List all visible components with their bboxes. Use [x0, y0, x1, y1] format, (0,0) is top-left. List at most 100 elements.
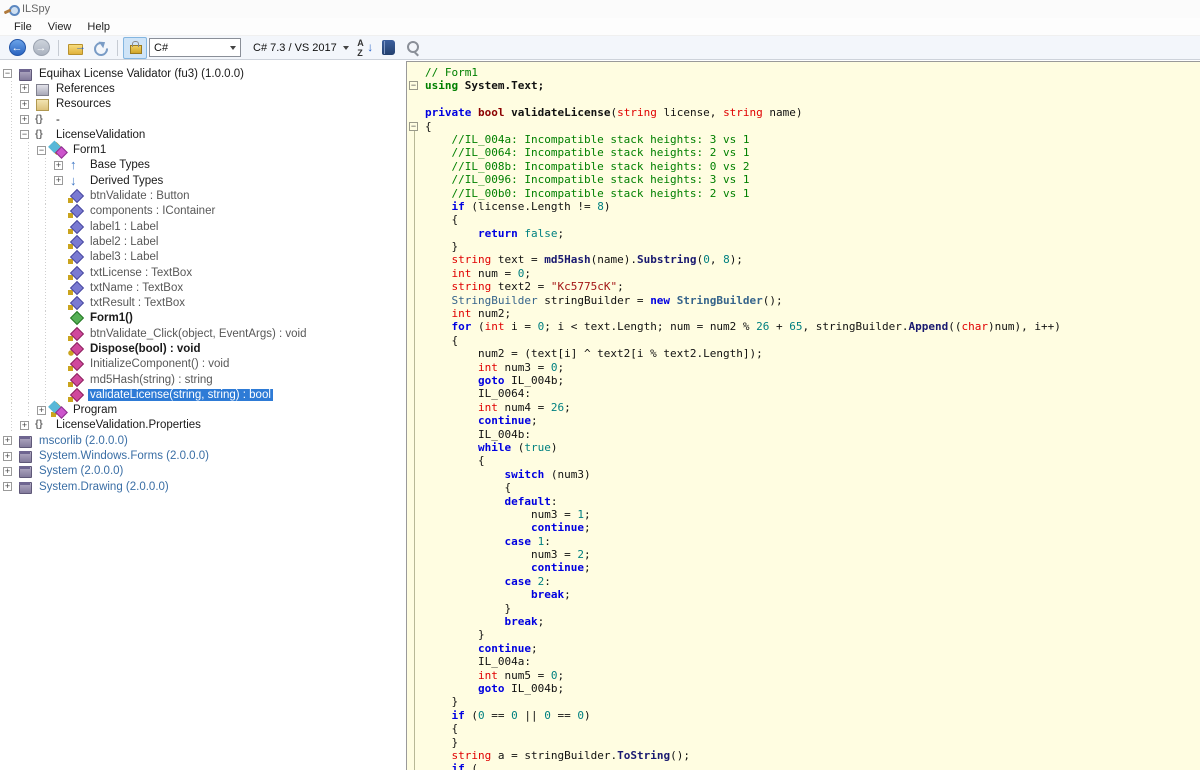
tree-item[interactable]: +- [0, 112, 402, 127]
tree-item[interactable]: +LicenseValidation.Properties [0, 418, 402, 433]
tree-item[interactable]: +System.Drawing (2.0.0.0) [0, 479, 402, 494]
decompiled-code-pane[interactable]: −− // Form1using System.Text;private boo… [406, 61, 1200, 770]
code-line: private bool validateLicense(string lice… [425, 106, 1200, 119]
tree-item[interactable]: txtResult : TextBox [0, 295, 402, 310]
tree-indent-guide [37, 280, 54, 295]
code-line: } [425, 240, 1200, 253]
expand-icon[interactable]: + [20, 100, 29, 109]
forward-button[interactable]: → [29, 37, 53, 59]
code-line: IL_004a: [425, 655, 1200, 668]
tree-item[interactable]: label1 : Label [0, 219, 402, 234]
code-line: IL_0064: [425, 387, 1200, 400]
tree-item-label: txtLicense : TextBox [88, 267, 194, 279]
back-button[interactable]: ← [5, 37, 29, 59]
code-line: } [425, 628, 1200, 641]
code-line: { [425, 334, 1200, 347]
tree-item[interactable]: Dispose(bool) : void [0, 341, 402, 356]
assembly-icon [17, 67, 32, 81]
tree-indent-guide [37, 188, 54, 203]
language-version-select[interactable]: C# 7.3 / VS 2017 [249, 40, 353, 56]
tree-item[interactable]: InitializeComponent() : void [0, 357, 402, 372]
tree-item[interactable]: +mscorlib (2.0.0.0) [0, 433, 402, 448]
tree-item[interactable]: Form1() [0, 311, 402, 326]
code-line: { [425, 213, 1200, 226]
tree-item[interactable]: md5Hash(string) : string [0, 372, 402, 387]
tree-item[interactable]: label2 : Label [0, 234, 402, 249]
menu-file[interactable]: File [6, 19, 40, 35]
tree-item[interactable]: −LicenseValidation [0, 127, 402, 142]
open-button[interactable] [64, 37, 88, 59]
namespace-icon [34, 113, 49, 127]
toolbar-separator [58, 40, 59, 56]
fold-marker-icon[interactable]: − [409, 81, 418, 90]
tree-indent-guide [20, 311, 37, 326]
assembly-list-icon [382, 40, 395, 55]
tree-indent-guide [37, 326, 54, 341]
collapse-icon[interactable]: − [20, 130, 29, 139]
collapse-icon[interactable]: − [37, 146, 46, 155]
methodkey-icon [68, 342, 83, 356]
tree-indent-guide [3, 188, 20, 203]
tree-item[interactable]: +System.Windows.Forms (2.0.0.0) [0, 448, 402, 463]
field-icon [68, 189, 83, 203]
tree-indent-guide [20, 219, 37, 234]
code-line: { [425, 120, 1200, 133]
tree-item[interactable]: btnValidate : Button [0, 188, 402, 203]
language-select[interactable]: C# [149, 38, 241, 57]
tree-item[interactable]: +Base Types [0, 158, 402, 173]
tree-item[interactable]: + References [0, 81, 402, 96]
expand-icon[interactable]: + [3, 467, 12, 476]
expand-icon[interactable]: + [3, 436, 12, 445]
expand-icon[interactable]: + [3, 482, 12, 491]
tree-indent-guide [20, 341, 37, 356]
tree-item-label: InitializeComponent() : void [88, 358, 231, 370]
expand-icon[interactable]: + [54, 161, 63, 170]
expand-icon[interactable]: + [54, 176, 63, 185]
tree-item[interactable]: label3 : Label [0, 250, 402, 265]
code-line: num2 = (text[i] ^ text2[i % text2.Length… [425, 347, 1200, 360]
tree-item-label: validateLicense(string, string) : bool [88, 389, 273, 401]
tree-item[interactable]: +Derived Types [0, 173, 402, 188]
tree-item[interactable]: +Resources [0, 97, 402, 112]
assembly-list-button[interactable] [377, 37, 401, 59]
tree-indent-guide [3, 81, 20, 96]
code-line: for (int i = 0; i < text.Length; num = n… [425, 320, 1200, 333]
code-line: //IL_0096: Incompatible stack heights: 3… [425, 173, 1200, 186]
tree-item[interactable]: validateLicense(string, string) : bool [0, 387, 402, 402]
collapse-icon[interactable]: − [3, 69, 12, 78]
code-line: num3 = 1; [425, 508, 1200, 521]
tree-item[interactable]: btnValidate_Click(object, EventArgs) : v… [0, 326, 402, 341]
expand-icon[interactable]: + [3, 452, 12, 461]
tree-item[interactable]: −Equihax License Validator (fu3) (1.0.0.… [0, 66, 402, 81]
expand-icon[interactable]: + [20, 421, 29, 430]
expand-icon[interactable]: + [20, 115, 29, 124]
code-line: } [425, 736, 1200, 749]
tree-item[interactable]: components : IContainer [0, 204, 402, 219]
fold-marker-icon[interactable]: − [409, 122, 418, 131]
resources-icon [34, 97, 49, 111]
tree-item[interactable]: txtLicense : TextBox [0, 265, 402, 280]
code-line: while (true) [425, 441, 1200, 454]
tree-indent-guide [3, 97, 20, 112]
code-line: //IL_0064: Incompatible stack heights: 2… [425, 146, 1200, 159]
code-line: using System.Text; [425, 79, 1200, 92]
show-internal-api-toggle[interactable] [123, 37, 147, 59]
reload-button[interactable] [88, 37, 112, 59]
code-line: goto IL_004b; [425, 374, 1200, 387]
code-line: default: [425, 495, 1200, 508]
tree-indent-guide [20, 158, 37, 173]
tree-item[interactable]: +System (2.0.0.0) [0, 464, 402, 479]
assembly-tree[interactable]: −Equihax License Validator (fu3) (1.0.0.… [0, 61, 402, 770]
expand-icon[interactable]: + [20, 84, 29, 93]
code-line: { [425, 481, 1200, 494]
tree-item[interactable]: txtName : TextBox [0, 280, 402, 295]
sort-assemblies-button[interactable]: ↓ [353, 37, 377, 59]
expand-icon[interactable]: + [37, 406, 46, 415]
search-button[interactable] [401, 37, 425, 59]
tree-item-label: References [54, 83, 117, 95]
menu-help[interactable]: Help [79, 19, 118, 35]
tree-item[interactable]: +Program [0, 403, 402, 418]
menu-view[interactable]: View [40, 19, 80, 35]
tree-item[interactable]: −Form1 [0, 142, 402, 157]
code-line: string text2 = "Kc5775cK"; [425, 280, 1200, 293]
